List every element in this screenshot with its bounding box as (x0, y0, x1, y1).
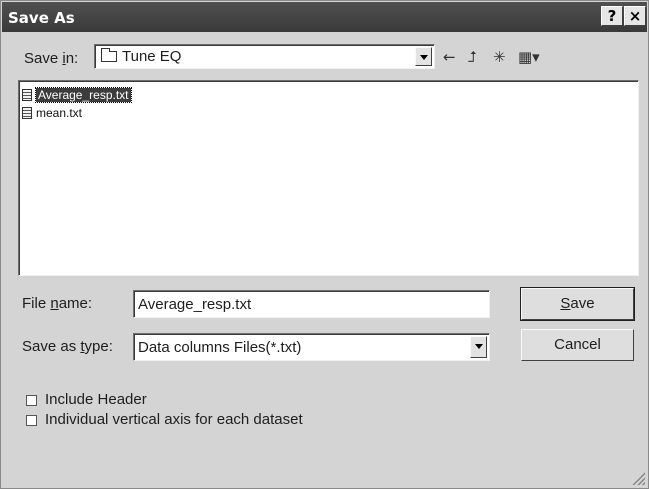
save-as-type-value: Data columns Files(*.txt) (138, 339, 302, 356)
title-bar[interactable]: Save As ? × (2, 2, 647, 32)
save-in-label: Save in: (24, 50, 79, 67)
save-as-dialog: Save As ? × Save in: Tune EQ ← ⮥ ✳ ▦▾ Av… (0, 0, 649, 489)
file-name: mean.txt (36, 106, 83, 120)
file-name-value: Average_resp.txt (138, 296, 252, 313)
save-button[interactable]: Save (520, 287, 635, 321)
dialog-title: Save As (8, 9, 75, 27)
close-button[interactable]: × (624, 6, 646, 26)
file-list[interactable]: Average_resp.txt mean.txt (18, 80, 639, 276)
text-file-icon (22, 89, 32, 101)
chevron-down-icon[interactable] (470, 336, 487, 358)
save-as-type-dropdown[interactable]: Data columns Files(*.txt) (133, 333, 490, 361)
include-header-checkbox[interactable] (26, 395, 37, 406)
save-as-type-label: Save as type: (22, 338, 113, 355)
include-header-label: Include Header (45, 391, 147, 408)
back-arrow-icon[interactable]: ← (443, 48, 456, 66)
cancel-button[interactable]: Cancel (521, 329, 634, 361)
list-item[interactable]: Average_resp.txt (22, 87, 132, 103)
save-in-dropdown[interactable]: Tune EQ (94, 44, 435, 69)
file-name-field[interactable]: Average_resp.txt (133, 290, 490, 318)
file-name: Average_resp.txt (35, 87, 132, 103)
individual-axis-checkbox[interactable] (26, 415, 37, 426)
list-item[interactable]: mean.txt (22, 106, 82, 121)
resize-grip[interactable] (631, 471, 645, 485)
text-file-icon (22, 107, 32, 119)
file-name-label: File name: (22, 295, 93, 312)
folder-icon (101, 48, 117, 62)
up-folder-icon[interactable]: ⮥ (468, 48, 477, 66)
chevron-down-icon[interactable] (415, 47, 432, 66)
save-in-value: Tune EQ (122, 48, 182, 65)
view-menu-icon[interactable]: ▦▾ (518, 48, 540, 66)
new-folder-icon[interactable]: ✳ (493, 48, 506, 66)
help-button[interactable]: ? (601, 6, 623, 26)
individual-axis-label: Individual vertical axis for each datase… (45, 411, 303, 428)
